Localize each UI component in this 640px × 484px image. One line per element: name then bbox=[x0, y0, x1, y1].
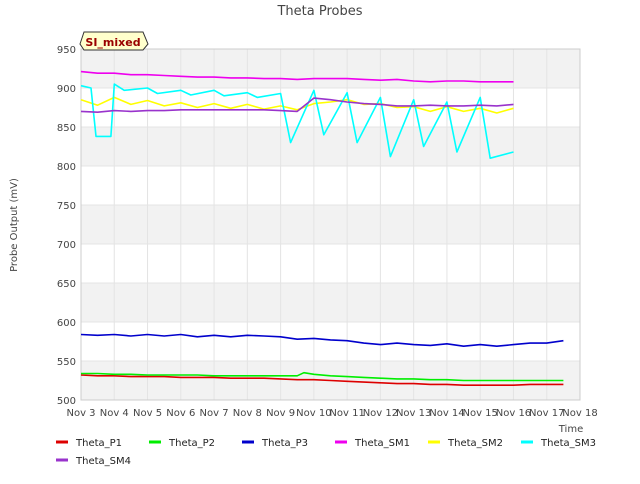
plot-band bbox=[81, 205, 580, 244]
chart-title: Theta Probes bbox=[276, 4, 362, 19]
x-tick-label: Nov 17 bbox=[529, 408, 564, 419]
plot-band bbox=[81, 127, 580, 166]
chart: Nov 3 Nov 4 Nov 5 Nov 6 Nov 7 Nov 8 Nov 9 Nov 1… bbox=[0, 0, 640, 480]
y-tick-label: 850 bbox=[57, 123, 76, 134]
x-tick-label: Nov 13 bbox=[396, 408, 431, 419]
x-tick-label: Nov 3 bbox=[66, 408, 95, 419]
y-tick-label: 600 bbox=[57, 318, 76, 329]
x-tick-label: Nov 8 bbox=[233, 408, 262, 419]
y-axis-label: Probe Output (mV) bbox=[9, 178, 20, 272]
y-tick-label: 800 bbox=[57, 162, 76, 173]
x-tick-labels: Nov 3 Nov 4 Nov 5 Nov 6 Nov 7 Nov 8 Nov 9 Nov 1… bbox=[66, 408, 597, 419]
legend-label: Theta_SM2 bbox=[447, 438, 503, 449]
x-axis-label: Time bbox=[558, 424, 583, 435]
y-tick-label: 550 bbox=[57, 357, 76, 368]
x-tick-label: Nov 6 bbox=[166, 408, 195, 419]
chart-svg: Nov 3 Nov 4 Nov 5 Nov 6 Nov 7 Nov 8 Nov 9 Nov 1… bbox=[9, 4, 598, 467]
x-tick-label: Nov 11 bbox=[329, 408, 364, 419]
x-tick-label: Nov 4 bbox=[100, 408, 129, 419]
x-tick-label: Nov 14 bbox=[429, 408, 464, 419]
x-tick-label: Nov 5 bbox=[133, 408, 162, 419]
x-tick-label: Nov 16 bbox=[496, 408, 531, 419]
legend-label: Theta_P3 bbox=[261, 438, 308, 449]
plot-band bbox=[81, 283, 580, 322]
x-tick-label: Nov 15 bbox=[462, 408, 497, 419]
y-tick-label: 750 bbox=[57, 201, 76, 212]
y-tick-label: 650 bbox=[57, 279, 76, 290]
y-tick-label: 950 bbox=[57, 45, 76, 56]
x-tick-label: Nov 7 bbox=[200, 408, 229, 419]
legend-label: Theta_SM4 bbox=[75, 456, 131, 467]
annotation-box: SI_mixed bbox=[79, 31, 149, 51]
x-tick-label: Nov 18 bbox=[562, 408, 597, 419]
y-tick-labels: 500 550 600 650 700 750 800 850 900 950 bbox=[57, 45, 76, 407]
legend-label: Theta_P2 bbox=[168, 438, 215, 449]
y-tick-label: 700 bbox=[57, 240, 76, 251]
legend-label: Theta_P1 bbox=[75, 438, 122, 449]
annotation-label: SI_mixed bbox=[85, 36, 140, 49]
legend: Theta_P1 Theta_P2 Theta_P3 Theta_SM1 Theta_S… bbox=[56, 438, 596, 467]
legend-label: Theta_SM1 bbox=[354, 438, 410, 449]
x-tick-label: Nov 12 bbox=[363, 408, 398, 419]
legend-label: Theta_SM3 bbox=[540, 438, 596, 449]
y-tick-label: 900 bbox=[57, 84, 76, 95]
x-tick-label: Nov 9 bbox=[266, 408, 295, 419]
series-line-theta-p3 bbox=[80, 333, 564, 348]
x-tick-label: Nov 10 bbox=[296, 408, 331, 419]
y-tick-label: 500 bbox=[57, 396, 76, 407]
